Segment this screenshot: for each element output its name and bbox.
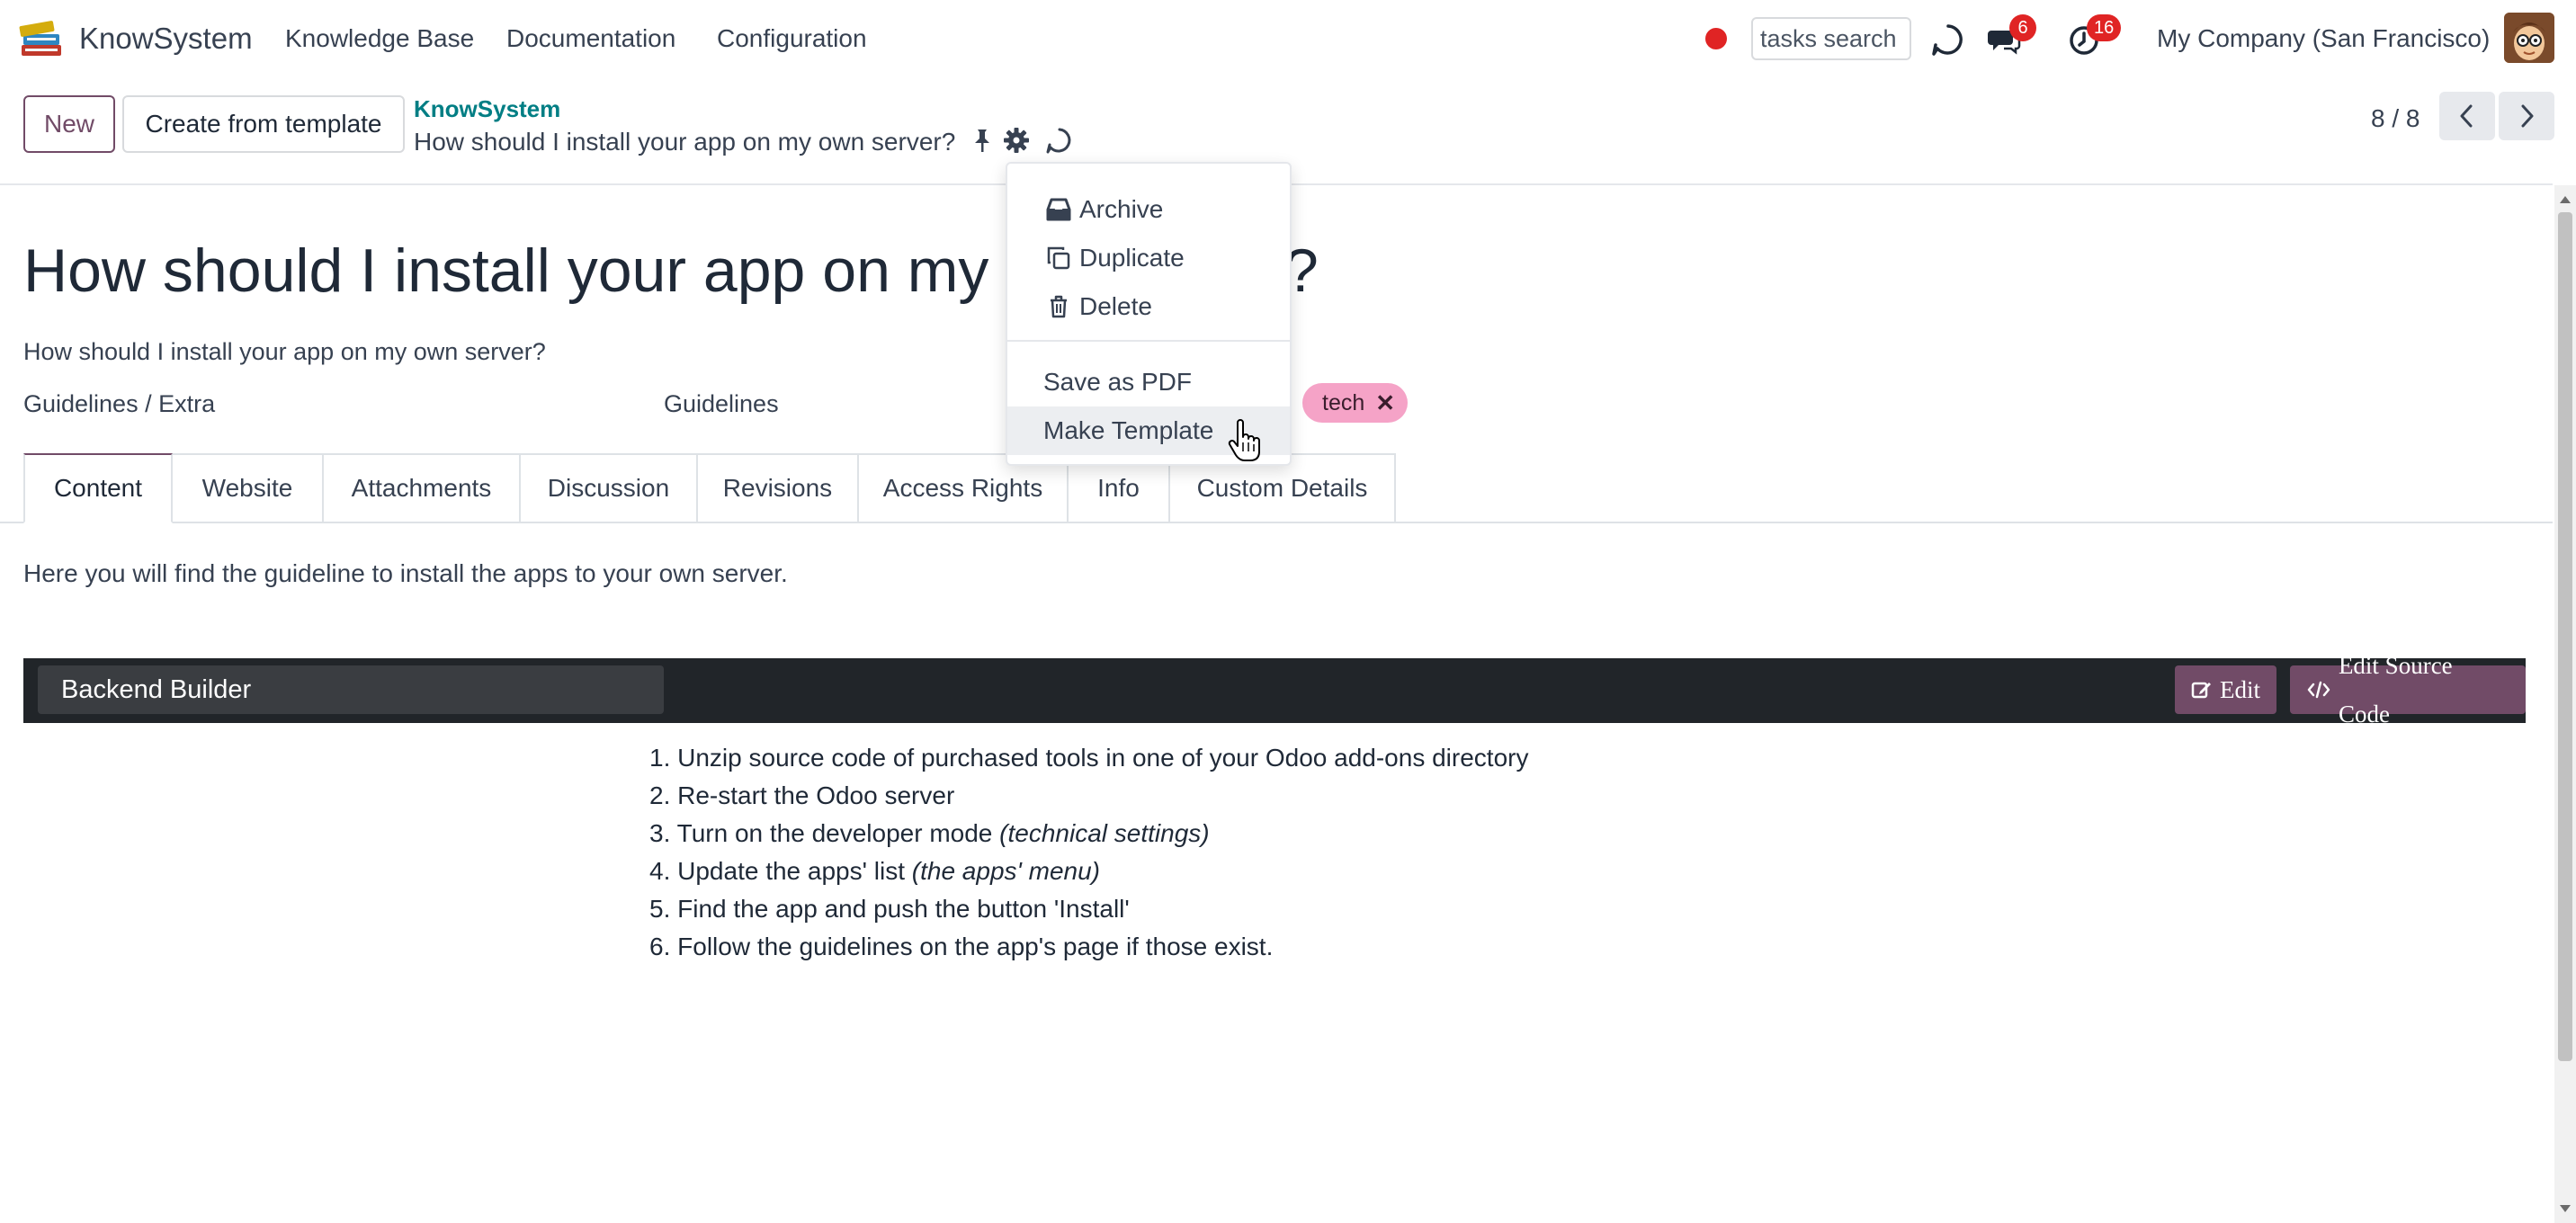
scroll-up-arrow-icon[interactable] bbox=[2560, 196, 2571, 203]
chevron-right-icon bbox=[2521, 104, 2534, 128]
avatar-face-icon bbox=[2504, 13, 2554, 63]
section-field[interactable]: Guidelines / Extra bbox=[23, 390, 215, 418]
step-text: Follow the guidelines on the app's page … bbox=[677, 933, 1274, 960]
code-icon bbox=[2307, 681, 2330, 699]
article-subtitle[interactable]: How should I install your app on my own … bbox=[23, 338, 546, 366]
edit-icon bbox=[2191, 682, 2211, 699]
chevron-left-icon bbox=[2460, 104, 2473, 128]
step-text: Update the apps' list bbox=[677, 857, 912, 885]
step-number: 6. bbox=[649, 933, 671, 960]
tag-label: tech bbox=[1322, 390, 1365, 415]
hand-pointer-cursor-icon bbox=[1228, 419, 1260, 461]
menu-knowledge-base[interactable]: Knowledge Base bbox=[285, 24, 474, 53]
list-item[interactable]: 3. Turn on the developer mode (technical… bbox=[649, 815, 1528, 853]
edit-source-code-label: Edit Source Code bbox=[2338, 652, 2453, 728]
activity-badge: 16 bbox=[2087, 14, 2122, 41]
action-delete-label: Delete bbox=[1079, 292, 1152, 320]
tab-discussion[interactable]: Discussion bbox=[521, 453, 698, 523]
type-field[interactable]: Guidelines bbox=[664, 390, 779, 418]
builder-name-input[interactable] bbox=[38, 665, 664, 714]
archive-icon bbox=[1043, 194, 1074, 225]
breadcrumb-current: How should I install your app on my own … bbox=[414, 128, 956, 156]
dropdown-divider bbox=[1007, 340, 1290, 342]
company-switcher[interactable]: My Company (San Francisco) bbox=[2157, 24, 2490, 53]
content-intro[interactable]: Here you will find the guideline to inst… bbox=[23, 559, 788, 588]
install-steps-list: 1. Unzip source code of purchased tools … bbox=[649, 739, 1528, 966]
tab-website[interactable]: Website bbox=[173, 453, 324, 523]
action-save-as-pdf[interactable]: Save as PDF bbox=[1007, 358, 1290, 406]
step-note: (technical settings) bbox=[999, 819, 1210, 847]
top-navbar: KnowSystem Knowledge Base Documentation … bbox=[0, 0, 2576, 77]
action-duplicate-label: Duplicate bbox=[1079, 244, 1185, 272]
tag-remove-icon[interactable]: ✕ bbox=[1375, 383, 1395, 423]
menu-documentation[interactable]: Documentation bbox=[506, 24, 675, 53]
step-number: 2. bbox=[649, 781, 671, 809]
list-item[interactable]: 1. Unzip source code of purchased tools … bbox=[649, 739, 1528, 777]
app-brand-name[interactable]: KnowSystem bbox=[79, 22, 253, 56]
recording-indicator[interactable] bbox=[1705, 28, 1727, 49]
step-number: 5. bbox=[649, 895, 671, 923]
step-note: (the apps' menu) bbox=[911, 857, 1100, 885]
discuss-badge: 6 bbox=[2009, 14, 2036, 41]
pager-next-button[interactable] bbox=[2499, 92, 2554, 140]
action-delete[interactable]: Delete bbox=[1007, 282, 1290, 331]
refresh-chat-icon[interactable] bbox=[1045, 126, 1074, 155]
step-number: 1. bbox=[649, 744, 671, 772]
action-duplicate[interactable]: Duplicate bbox=[1007, 234, 1290, 282]
tag-badge: tech ✕ bbox=[1302, 383, 1409, 423]
tab-content[interactable]: Content bbox=[23, 453, 173, 523]
step-text: Turn on the developer mode bbox=[676, 819, 1000, 847]
action-archive-label: Archive bbox=[1079, 195, 1164, 223]
create-from-template-button[interactable]: Create from template bbox=[122, 95, 405, 153]
scroll-down-arrow-icon[interactable] bbox=[2560, 1205, 2571, 1212]
menu-configuration[interactable]: Configuration bbox=[717, 24, 867, 53]
tab-attachments[interactable]: Attachments bbox=[324, 453, 521, 523]
books-logo-icon[interactable] bbox=[16, 13, 67, 63]
tasks-search-input[interactable] bbox=[1751, 17, 1911, 60]
list-item[interactable]: 2. Re-start the Odoo server bbox=[649, 777, 1528, 815]
step-number: 3. bbox=[649, 819, 671, 847]
edit-snippet-button[interactable]: Edit bbox=[2175, 665, 2276, 714]
user-avatar[interactable] bbox=[2504, 13, 2554, 63]
snippet-builder-bar: Edit Edit Source Code bbox=[23, 652, 2526, 728]
step-number: 4. bbox=[649, 857, 671, 885]
edit-snippet-label: Edit bbox=[2220, 676, 2260, 703]
duplicate-icon bbox=[1043, 243, 1074, 273]
step-text: Re-start the Odoo server bbox=[677, 781, 955, 809]
trash-icon bbox=[1043, 291, 1074, 322]
step-text: Find the app and push the button 'Instal… bbox=[677, 895, 1130, 923]
breadcrumb-parent-link[interactable]: KnowSystem bbox=[414, 95, 560, 123]
list-item[interactable]: 5. Find the app and push the button 'Ins… bbox=[649, 890, 1528, 928]
list-item[interactable]: 6. Follow the guidelines on the app's pa… bbox=[649, 928, 1528, 966]
article-title[interactable]: How should I install your app on my bbox=[23, 236, 988, 306]
page-scrollbar[interactable] bbox=[2554, 185, 2576, 1223]
refresh-chat-icon[interactable] bbox=[1930, 22, 1966, 58]
step-text: Unzip source code of purchased tools in … bbox=[677, 744, 1529, 772]
tab-revisions[interactable]: Revisions bbox=[698, 453, 859, 523]
scrollbar-thumb[interactable] bbox=[2558, 212, 2572, 1061]
gear-icon[interactable] bbox=[1002, 126, 1031, 155]
pager-previous-button[interactable] bbox=[2439, 92, 2495, 140]
list-item[interactable]: 4. Update the apps' list (the apps' menu… bbox=[649, 853, 1528, 890]
action-archive[interactable]: Archive bbox=[1007, 185, 1290, 234]
pin-icon[interactable] bbox=[968, 126, 997, 155]
new-button[interactable]: New bbox=[23, 95, 115, 153]
pager-value[interactable]: 8 / 8 bbox=[2371, 104, 2419, 133]
edit-source-code-button[interactable]: Edit Source Code bbox=[2290, 652, 2526, 728]
